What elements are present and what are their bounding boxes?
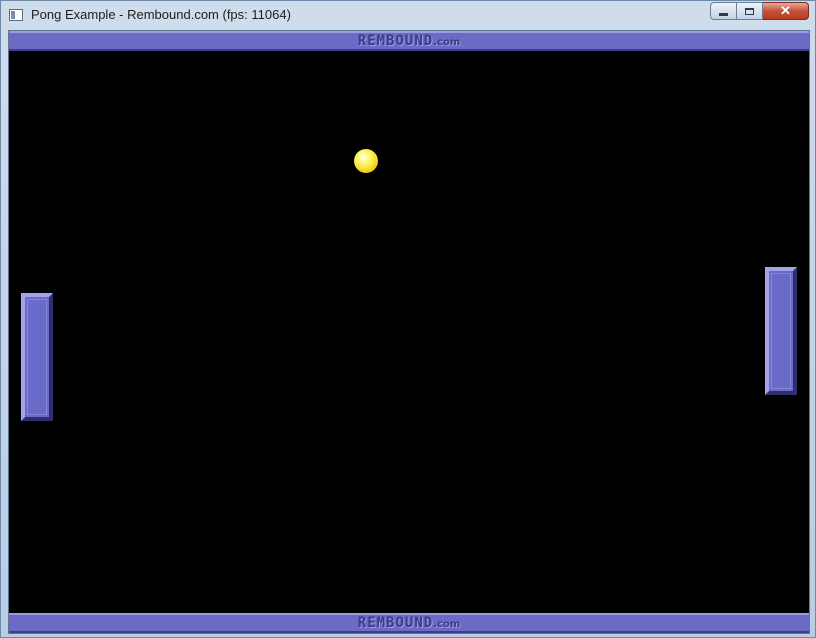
minimize-button[interactable] — [710, 2, 737, 20]
close-icon: ✕ — [780, 3, 791, 18]
maximize-icon — [745, 7, 754, 15]
app-window-icon[interactable] — [9, 9, 23, 21]
minimize-icon — [719, 12, 728, 16]
banner-logo-suffix: .com — [433, 37, 461, 48]
banner-logo: REMBOUND — [357, 33, 434, 49]
app-window: Pong Example - Rembound.com (fps: 11064)… — [0, 0, 816, 638]
banner-logo-suffix: .com — [433, 619, 461, 630]
maximize-button[interactable] — [737, 2, 763, 20]
ball — [354, 149, 378, 173]
bottom-banner: REMBOUND .com — [9, 613, 809, 633]
game-canvas[interactable]: REMBOUND .com REMBOUND .com — [8, 30, 810, 634]
title-bar[interactable]: Pong Example - Rembound.com (fps: 11064)… — [1, 1, 815, 29]
left-paddle — [21, 293, 53, 421]
top-banner: REMBOUND .com — [9, 31, 809, 51]
right-paddle — [765, 267, 797, 395]
window-title: Pong Example - Rembound.com (fps: 11064) — [31, 7, 291, 22]
window-controls: ✕ — [710, 2, 809, 22]
banner-logo: REMBOUND — [357, 615, 434, 631]
close-button[interactable]: ✕ — [763, 2, 809, 20]
